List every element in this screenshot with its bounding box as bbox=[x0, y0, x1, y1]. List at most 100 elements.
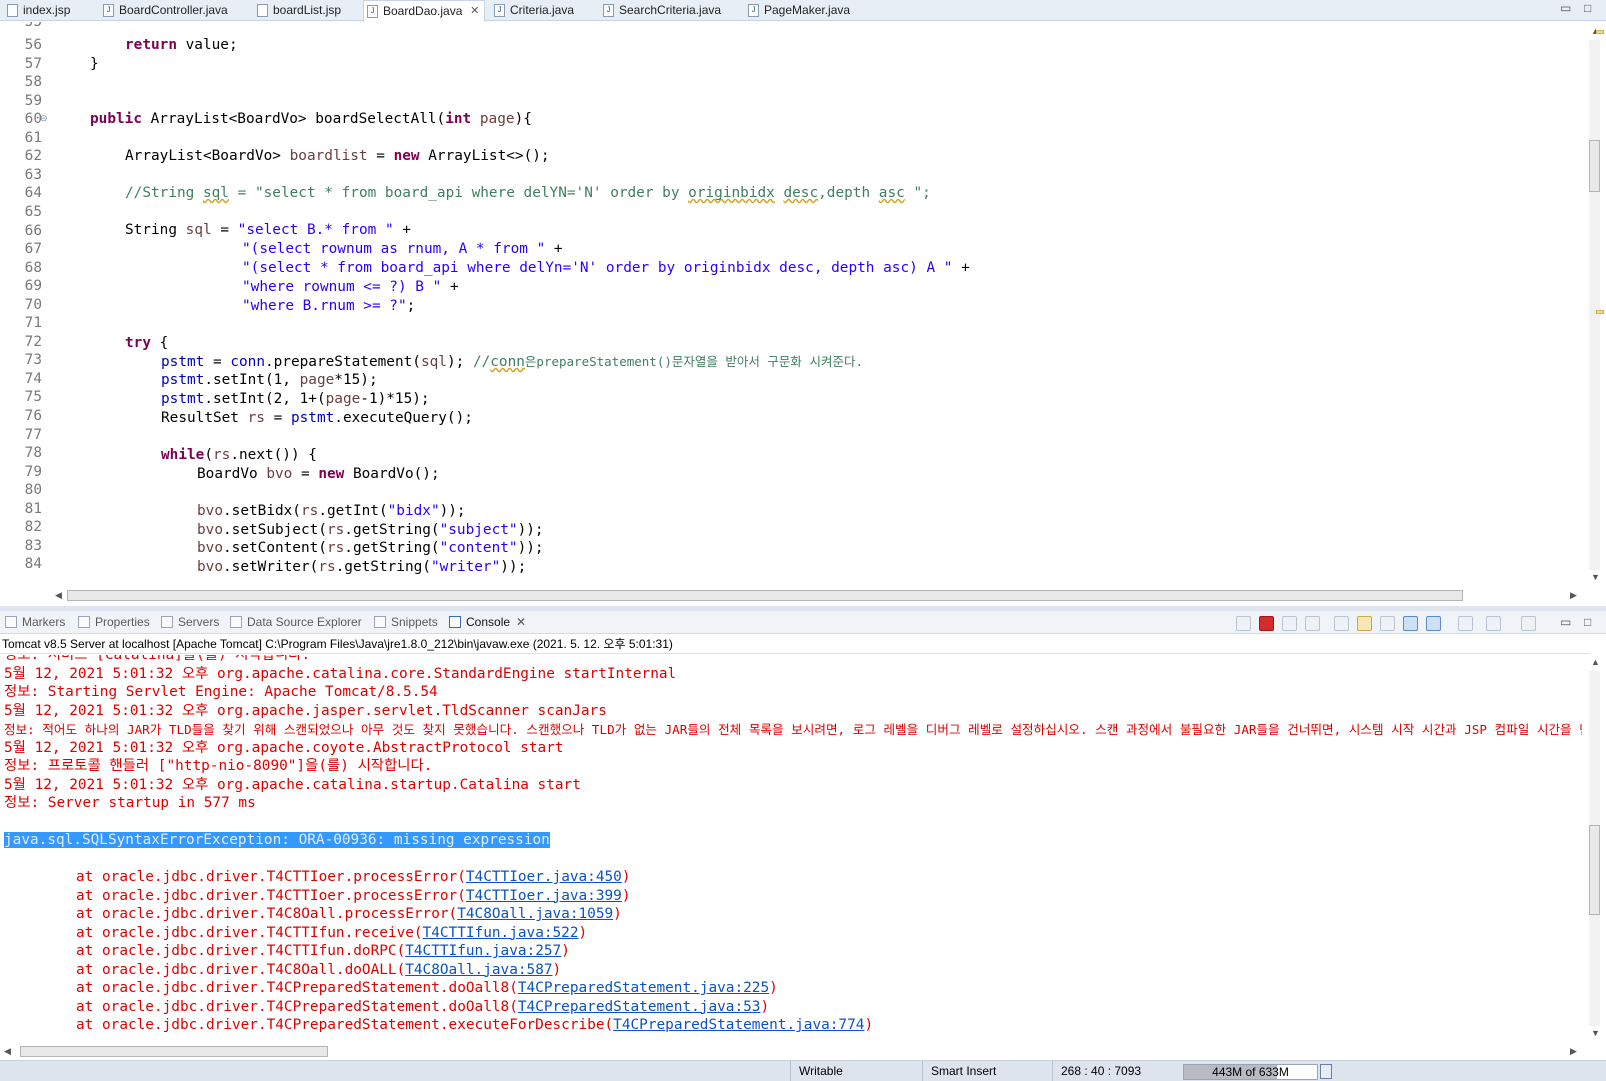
tab-label: BoardController.java bbox=[119, 3, 228, 17]
show-on-stderr-icon[interactable] bbox=[1426, 616, 1441, 631]
scroll-down-icon[interactable]: ▼ bbox=[1591, 572, 1600, 582]
remove-all-terminated-icon[interactable] bbox=[1305, 616, 1320, 631]
scroll-right-icon[interactable]: ▶ bbox=[1570, 1046, 1577, 1057]
code-line-68: "(select * from board_api where delYn='N… bbox=[242, 260, 970, 276]
code-line-81: bvo.setBidx(rs.getInt("bidx")); bbox=[197, 503, 466, 519]
line-number: 70 bbox=[24, 296, 42, 313]
source-link[interactable]: T4CPreparedStatement.java:53 bbox=[518, 999, 761, 1015]
data-source-icon bbox=[230, 616, 242, 628]
maximize-icon[interactable]: □ bbox=[1584, 1, 1591, 15]
console-output[interactable]: 정보: 서비스 [Catalina]을(를) 시작합니다. 5월 12, 2021… bbox=[0, 655, 1582, 1043]
line-number: 81 bbox=[24, 500, 42, 517]
console-horizontal-scrollbar[interactable]: ◀ ▶ bbox=[0, 1043, 1582, 1060]
line-number: 56 bbox=[24, 37, 42, 53]
pin-console-icon[interactable] bbox=[1236, 616, 1251, 631]
code-line-60: public ArrayList<BoardVo> boardSelectAll… bbox=[90, 111, 532, 127]
scroll-left-icon[interactable]: ◀ bbox=[4, 1046, 11, 1057]
show-on-stdout-icon[interactable] bbox=[1403, 616, 1418, 631]
tab-console[interactable]: Console ✕ bbox=[449, 615, 526, 629]
tab-page-maker[interactable]: J PageMaker.java bbox=[745, 0, 850, 21]
minimize-icon[interactable]: ▭ bbox=[1560, 615, 1571, 629]
scroll-left-icon[interactable]: ◀ bbox=[55, 590, 62, 601]
heap-status[interactable]: 443M of 633M bbox=[1183, 1064, 1318, 1080]
clear-console-icon[interactable] bbox=[1334, 616, 1349, 631]
servers-icon bbox=[161, 616, 173, 628]
minimize-icon[interactable]: ▭ bbox=[1560, 1, 1571, 15]
line-number: 79 bbox=[24, 463, 42, 480]
tab-board-dao[interactable]: J BoardDao.java ✕ bbox=[363, 0, 486, 22]
line-number: 67 bbox=[24, 241, 42, 258]
source-link[interactable]: T4CTTIoer.java:399 bbox=[466, 888, 622, 904]
source-link[interactable]: T4CTTIfun.java:257 bbox=[405, 943, 561, 959]
pin-icon[interactable] bbox=[1458, 616, 1473, 631]
maximize-icon[interactable]: □ bbox=[1584, 615, 1591, 629]
scroll-lock-icon[interactable] bbox=[1357, 616, 1372, 631]
close-icon[interactable]: ✕ bbox=[516, 615, 526, 629]
scroll-thumb[interactable] bbox=[67, 590, 1463, 601]
trash-icon[interactable] bbox=[1320, 1064, 1332, 1079]
insert-mode-status[interactable]: Smart Insert bbox=[922, 1061, 1052, 1081]
line-number: 59 bbox=[24, 92, 42, 109]
source-link[interactable]: T4CPreparedStatement.java:225 bbox=[518, 980, 769, 996]
source-link[interactable]: T4C8Oall.java:1059 bbox=[457, 906, 613, 922]
overview-occurrence-marker[interactable] bbox=[1596, 310, 1604, 314]
source-link[interactable]: T4CTTIfun.java:522 bbox=[423, 925, 579, 941]
scroll-up-icon[interactable]: ▲ bbox=[1591, 657, 1600, 667]
open-console-icon[interactable] bbox=[1521, 616, 1536, 631]
fold-icon[interactable]: ⊖ bbox=[40, 113, 48, 124]
tab-index-jsp[interactable]: index.jsp bbox=[4, 0, 70, 21]
tab-criteria[interactable]: J Criteria.java bbox=[491, 0, 574, 21]
tab-board-controller[interactable]: J BoardController.java bbox=[100, 0, 228, 21]
code-line-70: "where B.rnum >= ?"; bbox=[242, 298, 416, 314]
line-number: 77 bbox=[24, 426, 42, 443]
line-number: 74 bbox=[24, 370, 42, 387]
remove-launch-icon[interactable] bbox=[1282, 616, 1297, 631]
editor-horizontal-scrollbar[interactable]: ◀ ▶ bbox=[52, 587, 1582, 604]
line-number: 63 bbox=[24, 166, 42, 183]
stack-frame: at oracle.jdbc.driver.T4CPreparedStateme… bbox=[76, 998, 770, 1015]
stack-frame: at oracle.jdbc.driver.T4CTTIfun.receive(… bbox=[76, 924, 588, 941]
tab-search-criteria[interactable]: J SearchCriteria.java bbox=[600, 0, 721, 21]
tab-data-source-explorer[interactable]: Data Source Explorer bbox=[230, 615, 362, 629]
line-number: 55 bbox=[24, 22, 42, 30]
scroll-track[interactable] bbox=[1589, 40, 1600, 570]
tab-markers[interactable]: Markers bbox=[5, 615, 65, 629]
markers-icon bbox=[5, 616, 17, 628]
word-wrap-icon[interactable] bbox=[1380, 616, 1395, 631]
line-number: 64 bbox=[24, 185, 42, 202]
editor-vertical-scrollbar[interactable]: ▲ ▼ bbox=[1582, 22, 1606, 587]
line-number: 58 bbox=[24, 74, 42, 91]
tab-label: PageMaker.java bbox=[764, 3, 851, 17]
source-link[interactable]: T4CTTIoer.java:450 bbox=[466, 869, 622, 885]
code-line-82: bvo.setSubject(rs.getString("subject")); bbox=[197, 522, 544, 538]
java-file-icon: J bbox=[748, 4, 759, 17]
scroll-thumb[interactable] bbox=[1589, 140, 1600, 192]
console-vertical-scrollbar[interactable]: ▲ ▼ bbox=[1582, 655, 1606, 1043]
tab-label: SearchCriteria.java bbox=[619, 3, 722, 17]
tab-properties[interactable]: Properties bbox=[78, 615, 150, 629]
jsp-file-icon bbox=[257, 4, 268, 17]
source-link[interactable]: T4C8Oall.java:587 bbox=[405, 962, 552, 978]
scroll-thumb[interactable] bbox=[1589, 825, 1600, 915]
close-icon[interactable]: ✕ bbox=[470, 1, 479, 21]
scroll-thumb[interactable] bbox=[20, 1046, 328, 1057]
console-icon bbox=[449, 616, 461, 628]
code-editor[interactable]: 55 56 57 58 59 60 61 62 63 64 65 66 67 68 69 70 71 72 73 7… bbox=[0, 22, 1582, 587]
stack-frame: at oracle.jdbc.driver.T4CTTIoer.processE… bbox=[76, 887, 631, 904]
code-line-78: while(rs.next()) { bbox=[161, 447, 317, 463]
tab-servers[interactable]: Servers bbox=[161, 615, 219, 629]
tab-board-list-jsp[interactable]: boardList.jsp bbox=[254, 0, 341, 21]
code-line-69: "where rownum <= ?) B " + bbox=[242, 279, 459, 295]
stack-frame: at oracle.jdbc.driver.T4C8Oall.processEr… bbox=[76, 906, 622, 923]
scroll-right-icon[interactable]: ▶ bbox=[1570, 590, 1577, 601]
source-link[interactable]: T4CPreparedStatement.java:774 bbox=[613, 1017, 864, 1033]
overview-warning-marker[interactable] bbox=[1596, 30, 1604, 34]
tab-snippets[interactable]: Snippets bbox=[374, 615, 438, 629]
console-line: 정보: 적어도 하나의 JAR가 TLD들을 찾기 위해 스캔되었으나 아무 것… bbox=[4, 722, 1582, 738]
terminate-icon[interactable] bbox=[1259, 616, 1274, 631]
display-console-icon[interactable] bbox=[1486, 616, 1501, 631]
line-number: 82 bbox=[24, 519, 42, 536]
scroll-down-icon[interactable]: ▼ bbox=[1591, 1028, 1600, 1038]
exception-line[interactable]: java.sql.SQLSyntaxErrorException: ORA-00… bbox=[4, 831, 550, 850]
console-line: 정보: Starting Servlet Engine: Apache Tomc… bbox=[4, 684, 438, 701]
